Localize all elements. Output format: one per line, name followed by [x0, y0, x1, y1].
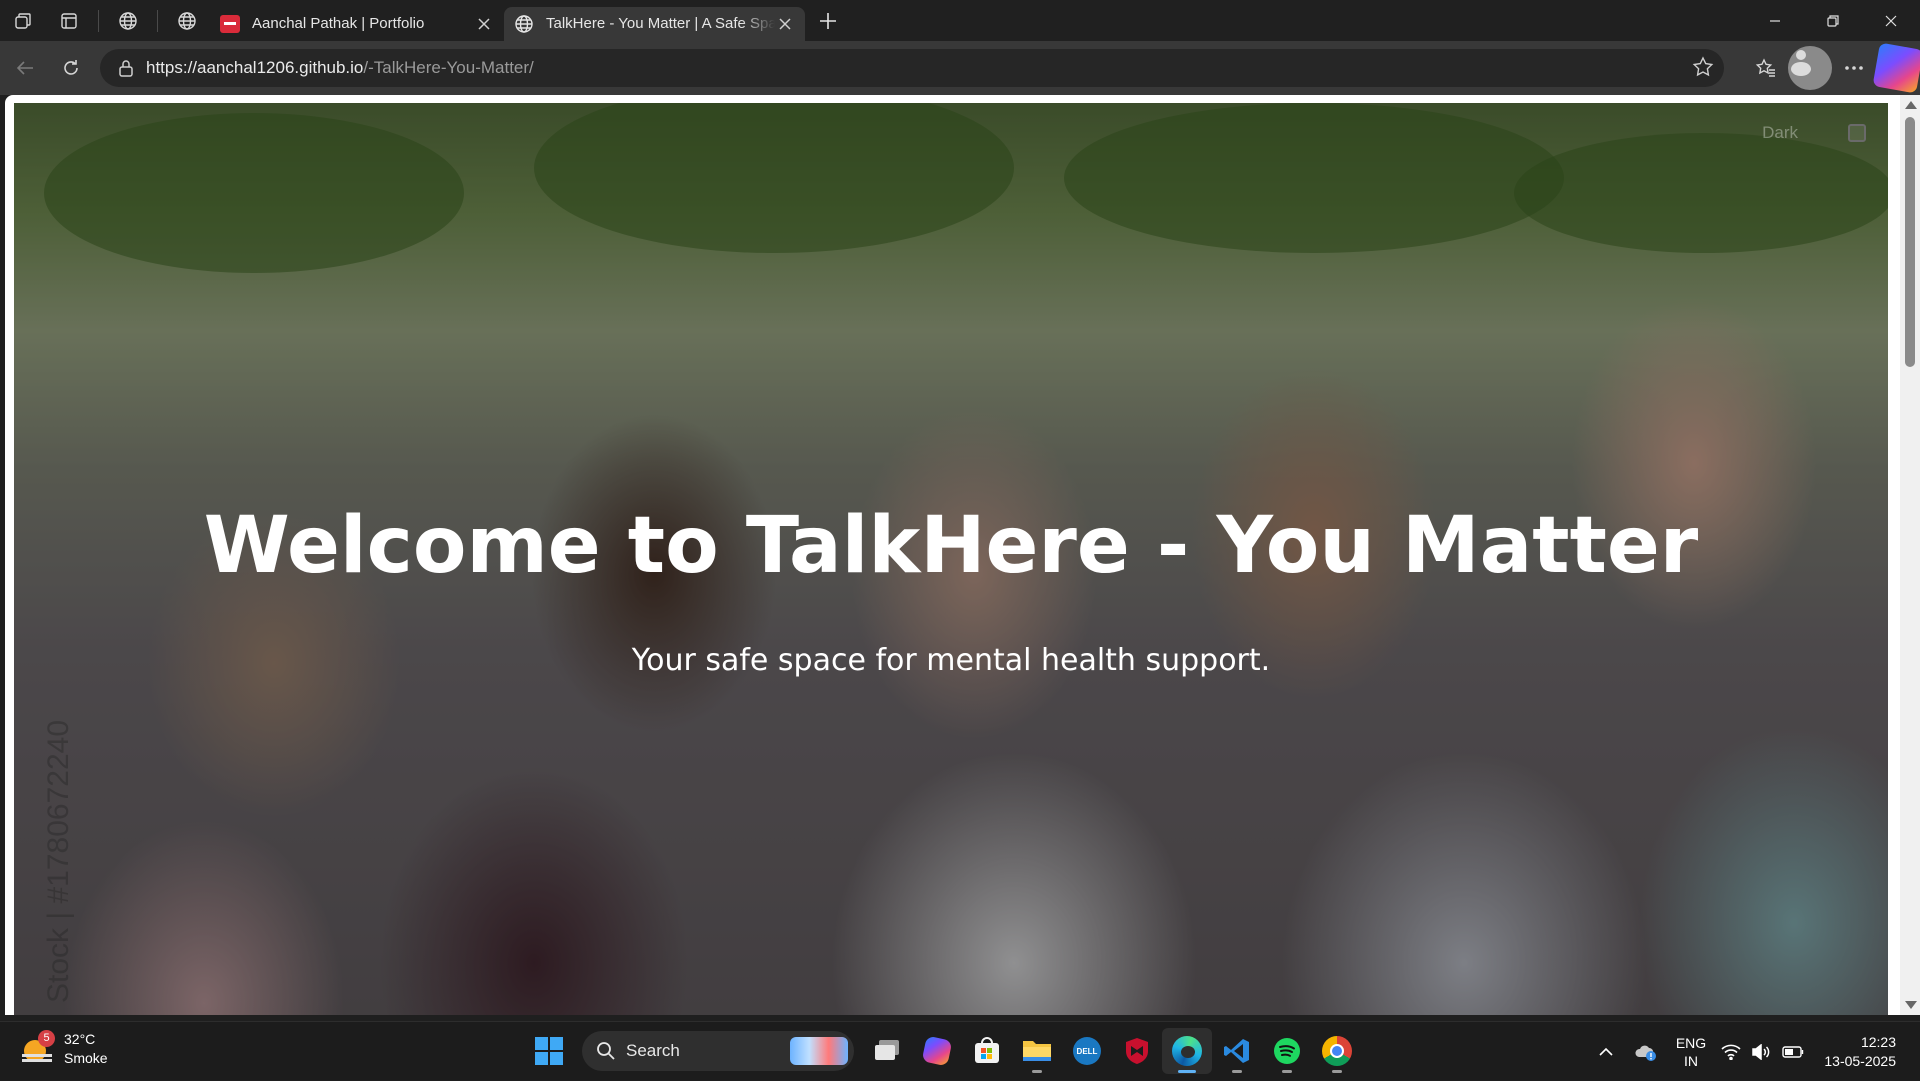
- weather-widget[interactable]: 5 32°C Smoke: [22, 1030, 108, 1068]
- plus-icon: [820, 12, 836, 29]
- taskbar: 5 32°C Smoke Search DELL ENG IN 12:23 13…: [0, 1021, 1920, 1080]
- stock-watermark: Stock | #1780672240: [42, 719, 75, 1003]
- onedrive-icon[interactable]: [1626, 1032, 1666, 1072]
- close-icon[interactable]: [775, 14, 795, 34]
- taskbar-search[interactable]: Search: [582, 1031, 854, 1071]
- dark-mode-label: Dark: [1762, 123, 1798, 142]
- back-button[interactable]: [3, 46, 47, 90]
- spotify-icon[interactable]: [1262, 1028, 1312, 1074]
- microsoft-store-icon[interactable]: [962, 1028, 1012, 1074]
- dark-mode-checkbox[interactable]: [1848, 124, 1866, 142]
- chrome-icon[interactable]: [1312, 1028, 1362, 1074]
- scrollbar-thumb[interactable]: [1905, 117, 1915, 367]
- clock-date: 13-05-2025: [1824, 1052, 1896, 1069]
- more-menu-icon[interactable]: [1832, 46, 1876, 90]
- globe-icon: [515, 14, 533, 33]
- workspaces-icon[interactable]: [0, 0, 46, 41]
- address-bar[interactable]: https://aanchal1206.github.io/-TalkHere-…: [100, 49, 1724, 87]
- page-viewport: Dark Welcome to TalkHere - You Matter Yo…: [5, 95, 1900, 1015]
- dark-mode-toggle[interactable]: Dark: [1762, 123, 1866, 143]
- url-host: https://aanchal1206.github.io: [146, 58, 364, 77]
- restore-button[interactable]: [1804, 0, 1862, 41]
- weather-temp: 32°C: [64, 1031, 96, 1047]
- chevron-up-icon[interactable]: [1586, 1032, 1626, 1072]
- refresh-icon: [64, 60, 78, 75]
- close-window-button[interactable]: [1862, 0, 1920, 41]
- wifi-icon[interactable]: [1716, 1032, 1746, 1072]
- tab-strip: Aanchal Pathak | Portfolio TalkHere - Yo…: [0, 0, 1920, 41]
- task-view-icon[interactable]: [862, 1028, 912, 1074]
- new-tab-button[interactable]: [805, 0, 851, 41]
- vscode-icon[interactable]: [1212, 1028, 1262, 1074]
- hero-title: Welcome to TalkHere - You Matter: [203, 501, 1699, 591]
- refresh-button[interactable]: [49, 46, 93, 90]
- tab-portfolio[interactable]: Aanchal Pathak | Portfolio: [210, 7, 504, 41]
- edge-browser-icon[interactable]: [1162, 1028, 1212, 1074]
- taskbar-apps: Search DELL: [524, 1028, 1362, 1074]
- battery-icon[interactable]: [1776, 1032, 1810, 1072]
- page-scrollbar[interactable]: [1900, 95, 1920, 1015]
- avatar: [1788, 46, 1832, 90]
- back-arrow-icon: [16, 61, 33, 75]
- favorite-star-icon[interactable]: [1692, 56, 1714, 83]
- tab-separator: [98, 9, 99, 32]
- scroll-up-arrow-icon[interactable]: [1905, 101, 1917, 109]
- favorites-icon[interactable]: [1744, 46, 1788, 90]
- windows-logo-icon: [535, 1037, 563, 1065]
- search-icon: [597, 1042, 615, 1060]
- copilot-app-icon[interactable]: [912, 1028, 962, 1074]
- lang-top: ENG: [1675, 1034, 1707, 1051]
- file-explorer-icon[interactable]: [1012, 1028, 1062, 1074]
- clock-time: 12:23: [1860, 1033, 1896, 1050]
- globe-icon[interactable]: [105, 0, 151, 41]
- tab-separator: [157, 9, 158, 32]
- toolbar-right: [1744, 42, 1920, 94]
- copilot-icon[interactable]: [1872, 42, 1920, 94]
- start-button[interactable]: [524, 1028, 574, 1074]
- url-path: /-TalkHere-You-Matter/: [363, 58, 534, 77]
- search-label: Search: [626, 1041, 680, 1060]
- globe-icon[interactable]: [164, 0, 210, 41]
- system-clock[interactable]: 12:23 13-05-2025: [1810, 1033, 1920, 1071]
- window-controls: [1746, 0, 1920, 41]
- url-text[interactable]: https://aanchal1206.github.io/-TalkHere-…: [146, 58, 534, 78]
- weather-haze-icon: 5: [22, 1030, 55, 1064]
- tab-title: TalkHere - You Matter | A Safe Space: [546, 15, 775, 32]
- lock-icon[interactable]: [114, 56, 138, 80]
- tab-talkhere[interactable]: TalkHere - You Matter | A Safe Space: [504, 6, 805, 41]
- portfolio-favicon-icon: [220, 14, 240, 33]
- browser-toolbar: https://aanchal1206.github.io/-TalkHere-…: [0, 41, 1920, 95]
- weather-badge: 5: [38, 1030, 55, 1047]
- volume-icon[interactable]: [1746, 1032, 1776, 1072]
- scroll-down-arrow-icon[interactable]: [1905, 1001, 1917, 1009]
- mcafee-icon[interactable]: [1112, 1028, 1162, 1074]
- language-indicator[interactable]: ENG IN: [1666, 1034, 1716, 1070]
- minimize-button[interactable]: [1746, 0, 1804, 41]
- tab-title: Aanchal Pathak | Portfolio: [252, 15, 425, 32]
- hero-subtitle: Your safe space for mental health suppor…: [631, 643, 1271, 678]
- system-tray: ENG IN 12:23 13-05-2025: [1586, 1022, 1920, 1081]
- lang-bottom: IN: [1684, 1052, 1698, 1069]
- close-icon[interactable]: [474, 14, 494, 34]
- profile-avatar[interactable]: [1788, 46, 1832, 90]
- vertical-tabs-icon[interactable]: [46, 0, 92, 41]
- dell-icon[interactable]: DELL: [1062, 1028, 1112, 1074]
- weather-desc: Smoke: [64, 1050, 108, 1066]
- hero-section: Dark Welcome to TalkHere - You Matter Yo…: [14, 103, 1888, 1015]
- search-highlight-image: [790, 1037, 848, 1065]
